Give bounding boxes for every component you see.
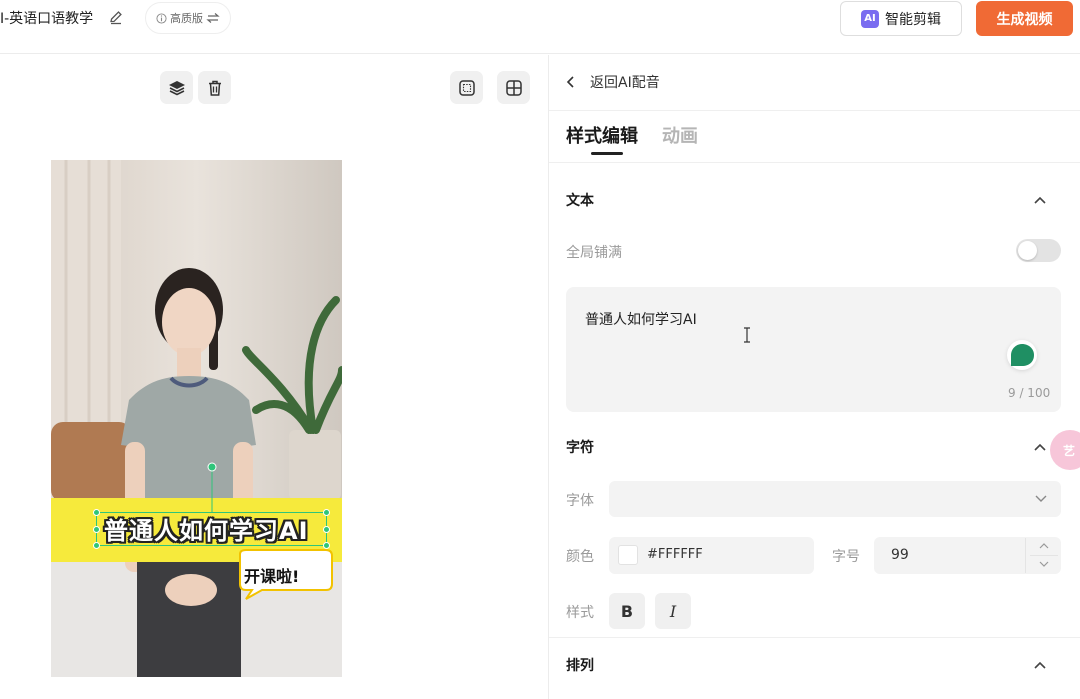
back-to-ai-dubbing[interactable]: 返回AI配音 bbox=[566, 72, 660, 92]
global-fill-label: 全局铺满 bbox=[566, 245, 622, 261]
ai-icon: AI bbox=[861, 9, 879, 28]
resize-handle-bl[interactable] bbox=[93, 542, 100, 549]
font-label: 字体 bbox=[566, 493, 594, 509]
crop-frame-icon bbox=[458, 79, 475, 96]
section-title-char: 字符 bbox=[566, 440, 594, 456]
font-size-value: 99 bbox=[891, 547, 909, 563]
toggle-knob bbox=[1018, 241, 1037, 260]
font-select[interactable] bbox=[609, 481, 1061, 517]
tab-animation[interactable]: 动画 bbox=[662, 122, 698, 148]
back-label: 返回AI配音 bbox=[590, 75, 660, 91]
subtitle-textarea-value: 普通人如何学习AI bbox=[585, 312, 697, 328]
stepper-arrows-icon bbox=[1030, 543, 1058, 567]
subtitle-textarea[interactable] bbox=[566, 287, 1061, 412]
panel-tabs: 样式编辑 动画 bbox=[566, 122, 698, 148]
delete-button[interactable] bbox=[198, 71, 231, 104]
chat-bubble-icon bbox=[1011, 344, 1034, 366]
trash-icon bbox=[208, 80, 221, 96]
char-count: 9 / 100 bbox=[1008, 386, 1051, 400]
rotate-handle[interactable] bbox=[205, 462, 219, 512]
chevron-up-icon[interactable] bbox=[1033, 193, 1047, 207]
color-value: #FFFFFF bbox=[647, 547, 703, 562]
top-bar: I-英语口语教学 高质版 AI 智能剪辑 生成视频 bbox=[0, 0, 1080, 54]
smart-edit-label: 智能剪辑 bbox=[885, 11, 941, 28]
smart-edit-button[interactable]: AI 智能剪辑 bbox=[840, 1, 962, 36]
quality-label: 高质版 bbox=[170, 12, 203, 25]
swap-icon bbox=[206, 13, 220, 23]
resize-handle-r[interactable] bbox=[323, 526, 330, 533]
chevron-up-icon[interactable] bbox=[1033, 658, 1047, 672]
assistant-button[interactable] bbox=[1007, 340, 1037, 370]
tabs-separator bbox=[549, 162, 1080, 163]
italic-button[interactable]: I bbox=[655, 593, 691, 629]
resize-handle-tr[interactable] bbox=[323, 509, 330, 516]
font-size-label: 字号 bbox=[832, 549, 860, 565]
resize-handle-l[interactable] bbox=[93, 526, 100, 533]
chevron-up-icon[interactable] bbox=[1033, 440, 1047, 454]
color-label: 颜色 bbox=[566, 549, 594, 565]
info-icon bbox=[156, 12, 167, 24]
color-input[interactable] bbox=[609, 537, 814, 574]
section-title-arrange: 排列 bbox=[566, 658, 594, 674]
layout-button[interactable] bbox=[497, 71, 530, 104]
generate-video-button[interactable]: 生成视频 bbox=[976, 1, 1073, 36]
chevron-down-icon bbox=[1035, 495, 1047, 502]
arrange-separator bbox=[549, 637, 1080, 638]
section-title-text: 文本 bbox=[566, 193, 594, 209]
tab-style-edit[interactable]: 样式编辑 bbox=[566, 122, 638, 148]
color-swatch[interactable] bbox=[618, 545, 638, 565]
quality-toggle[interactable]: 高质版 bbox=[145, 2, 231, 34]
layout-icon bbox=[505, 79, 522, 96]
text-cursor-icon bbox=[744, 327, 750, 343]
crop-button[interactable] bbox=[450, 71, 483, 104]
active-tab-indicator bbox=[591, 152, 623, 155]
sticker-text: 开课啦! bbox=[244, 567, 300, 586]
font-size-stepper[interactable] bbox=[1025, 538, 1061, 573]
resize-handle-tl[interactable] bbox=[93, 509, 100, 516]
style-label: 样式 bbox=[566, 605, 594, 621]
layers-icon bbox=[168, 80, 185, 95]
subtitle-text[interactable]: 普通人如何学习AI bbox=[104, 511, 309, 546]
chevron-left-icon bbox=[566, 76, 574, 88]
project-title: I-英语口语教学 bbox=[0, 11, 94, 27]
bold-button[interactable]: B bbox=[609, 593, 645, 629]
pencil-icon[interactable] bbox=[108, 9, 124, 25]
header-separator bbox=[549, 110, 1080, 111]
layers-button[interactable] bbox=[160, 71, 193, 104]
